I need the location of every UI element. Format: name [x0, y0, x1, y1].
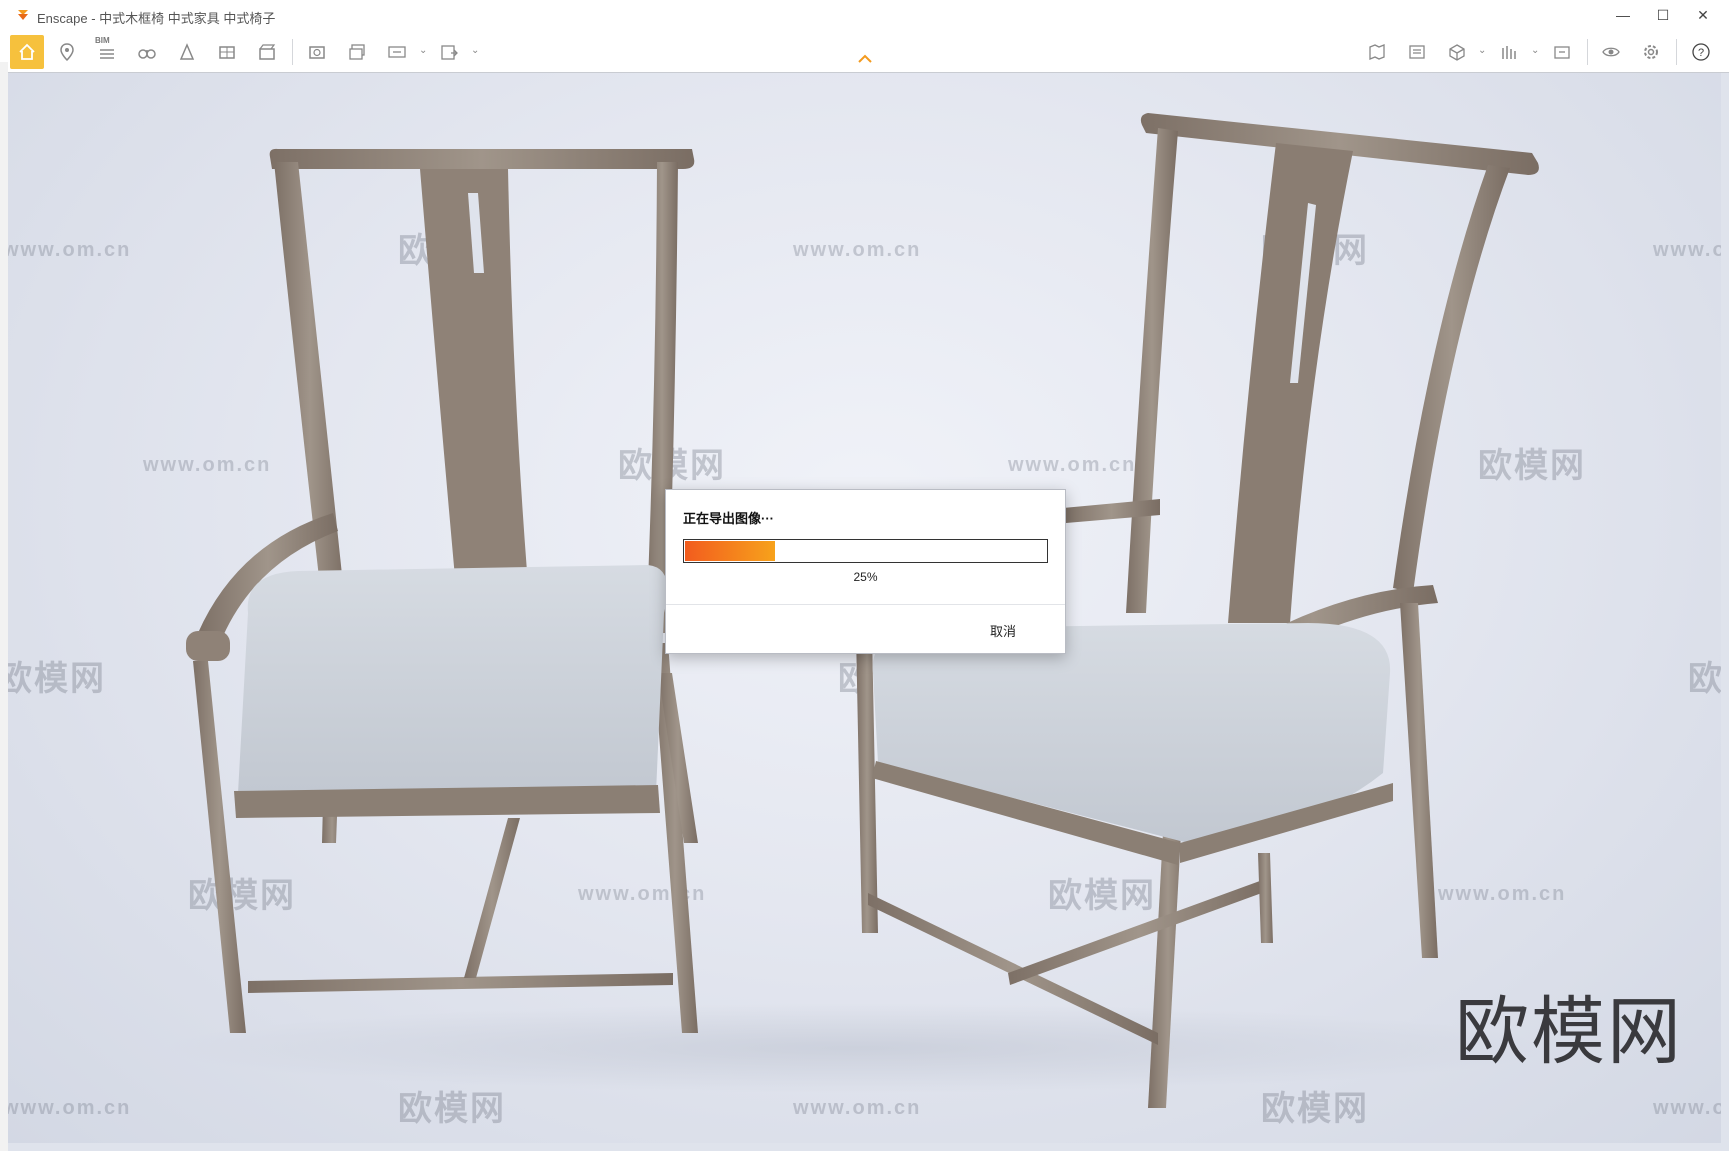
chevron-down-icon[interactable]: ⌄ — [419, 45, 427, 56]
help-icon: ? — [1692, 43, 1710, 61]
chevron-down-icon[interactable]: ⌄ — [1531, 45, 1539, 56]
dialog-title: 正在导出图像··· — [683, 511, 774, 526]
asset-library-icon — [1449, 44, 1465, 61]
video-editor-icon — [259, 44, 276, 60]
title-bar: Enscape - 中式木框椅 中式家具 中式椅子 — ☐ ✕ — [0, 0, 1729, 30]
help-button[interactable]: ? — [1684, 35, 1718, 69]
views-button[interactable] — [170, 35, 204, 69]
material-editor-button[interactable] — [1400, 35, 1434, 69]
panorama-360-icon — [388, 46, 406, 58]
chevron-down-icon[interactable]: ⌄ — [471, 45, 479, 56]
cancel-button[interactable]: 取消 — [990, 621, 1016, 640]
exe-export-icon — [441, 45, 458, 60]
background-window-strip — [0, 62, 8, 1151]
visual-settings-icon — [1602, 47, 1620, 57]
material-editor-icon — [1409, 45, 1425, 59]
screenshot-button[interactable] — [300, 35, 334, 69]
batch-render-icon — [349, 44, 365, 60]
batch-render-button[interactable] — [340, 35, 374, 69]
view-management-icon — [179, 43, 195, 60]
svg-text:?: ? — [1698, 47, 1704, 59]
exe-export-button[interactable] — [432, 35, 466, 69]
video-editor-button[interactable] — [250, 35, 284, 69]
dialog-divider — [666, 604, 1065, 605]
map-icon — [1369, 44, 1385, 60]
visual-settings-button[interactable] — [1594, 35, 1628, 69]
panorama-button[interactable] — [210, 35, 244, 69]
sync-button[interactable] — [1545, 35, 1579, 69]
map-button[interactable] — [1360, 35, 1394, 69]
progress-label: 25% — [853, 570, 878, 584]
panorama-icon — [219, 46, 235, 59]
bim-button[interactable] — [90, 35, 124, 69]
left-chair — [186, 148, 698, 1033]
general-settings-button[interactable] — [1634, 35, 1668, 69]
vr-icon — [1502, 46, 1516, 59]
chevron-down-icon[interactable]: ⌄ — [1478, 45, 1486, 56]
location-button[interactable] — [50, 35, 84, 69]
screenshot-icon — [309, 46, 325, 59]
toolbar-separator — [1676, 39, 1677, 65]
brand-watermark: 欧模网 — [1455, 989, 1683, 1075]
bim-list-icon — [100, 49, 114, 59]
collapse-toolbar-icon[interactable] — [857, 54, 873, 64]
general-settings-icon — [1644, 45, 1658, 59]
sync-icon — [1554, 46, 1570, 59]
window-title: Enscape - 中式木框椅 中式家具 中式椅子 — [37, 11, 276, 26]
location-pin-icon — [60, 43, 74, 62]
progress-bar — [683, 539, 1048, 563]
export-progress-dialog: 正在导出图像··· 25% 取消 — [665, 489, 1066, 654]
progress-fill — [685, 541, 775, 561]
binoculars-icon — [138, 49, 156, 59]
toolbar-separator — [1587, 39, 1588, 65]
home-button[interactable] — [10, 35, 44, 69]
walk-mode-button[interactable] — [130, 35, 164, 69]
panorama-360-button[interactable] — [380, 35, 414, 69]
vr-button[interactable] — [1492, 35, 1526, 69]
close-button[interactable]: ✕ — [1680, 0, 1726, 30]
asset-library-button[interactable] — [1440, 35, 1474, 69]
toolbar-separator — [292, 39, 293, 65]
home-icon — [19, 43, 35, 60]
toolbar: BIM ⌄ ⌄ ⌄ ⌄ ? — [0, 30, 1729, 73]
enscape-logo-icon — [18, 10, 28, 20]
